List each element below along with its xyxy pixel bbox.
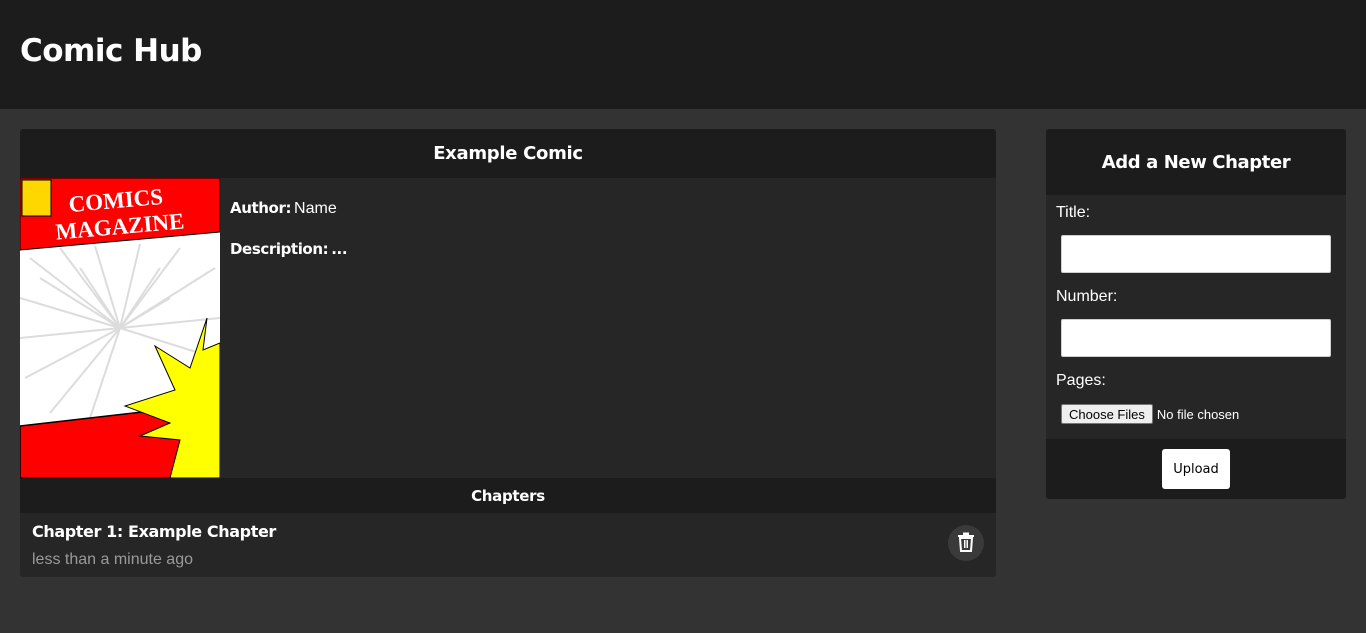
delete-chapter-button[interactable] xyxy=(948,525,984,561)
chapter-title-input[interactable] xyxy=(1061,235,1331,273)
add-chapter-heading: Add a New Chapter xyxy=(1046,129,1346,195)
trash-icon xyxy=(957,532,975,555)
chapter-title[interactable]: Chapter 1: Example Chapter xyxy=(32,522,276,541)
pages-file-input[interactable]: Choose Files No file chosen xyxy=(1061,403,1239,425)
comic-meta: Author: Name Description:... xyxy=(230,198,970,280)
description-row: Description:... xyxy=(230,239,970,259)
title-field-label: Title: xyxy=(1056,204,1091,221)
author-label: Author: xyxy=(230,199,292,217)
chapter-number-input[interactable] xyxy=(1061,319,1331,357)
chapter-list-item[interactable]: Chapter 1: Example Chapter less than a m… xyxy=(22,515,994,576)
author-row: Author: Name xyxy=(230,198,970,218)
chapters-heading: Chapters xyxy=(20,478,996,513)
choose-files-button[interactable]: Choose Files xyxy=(1061,404,1153,424)
comic-title: Example Comic xyxy=(20,129,996,178)
add-chapter-panel: Add a New Chapter Title: Number: Pages: … xyxy=(1046,129,1346,499)
app-title: Comic Hub xyxy=(20,33,202,69)
app-header: Comic Hub xyxy=(0,0,1366,109)
pages-field-label: Pages: xyxy=(1056,372,1106,389)
add-chapter-footer: Upload xyxy=(1046,439,1346,499)
description-label: Description: xyxy=(230,240,329,258)
comic-card: Example Comic COMICS MAGAZINE Author: Na… xyxy=(20,129,996,577)
number-field-label: Number: xyxy=(1056,288,1118,305)
chapter-timestamp: less than a minute ago xyxy=(32,551,193,568)
file-status-text: No file chosen xyxy=(1156,406,1240,422)
comic-cover-image: COMICS MAGAZINE xyxy=(20,178,220,478)
description-value: ... xyxy=(331,240,348,258)
author-value: Name xyxy=(294,200,337,217)
upload-button[interactable]: Upload xyxy=(1162,449,1230,489)
